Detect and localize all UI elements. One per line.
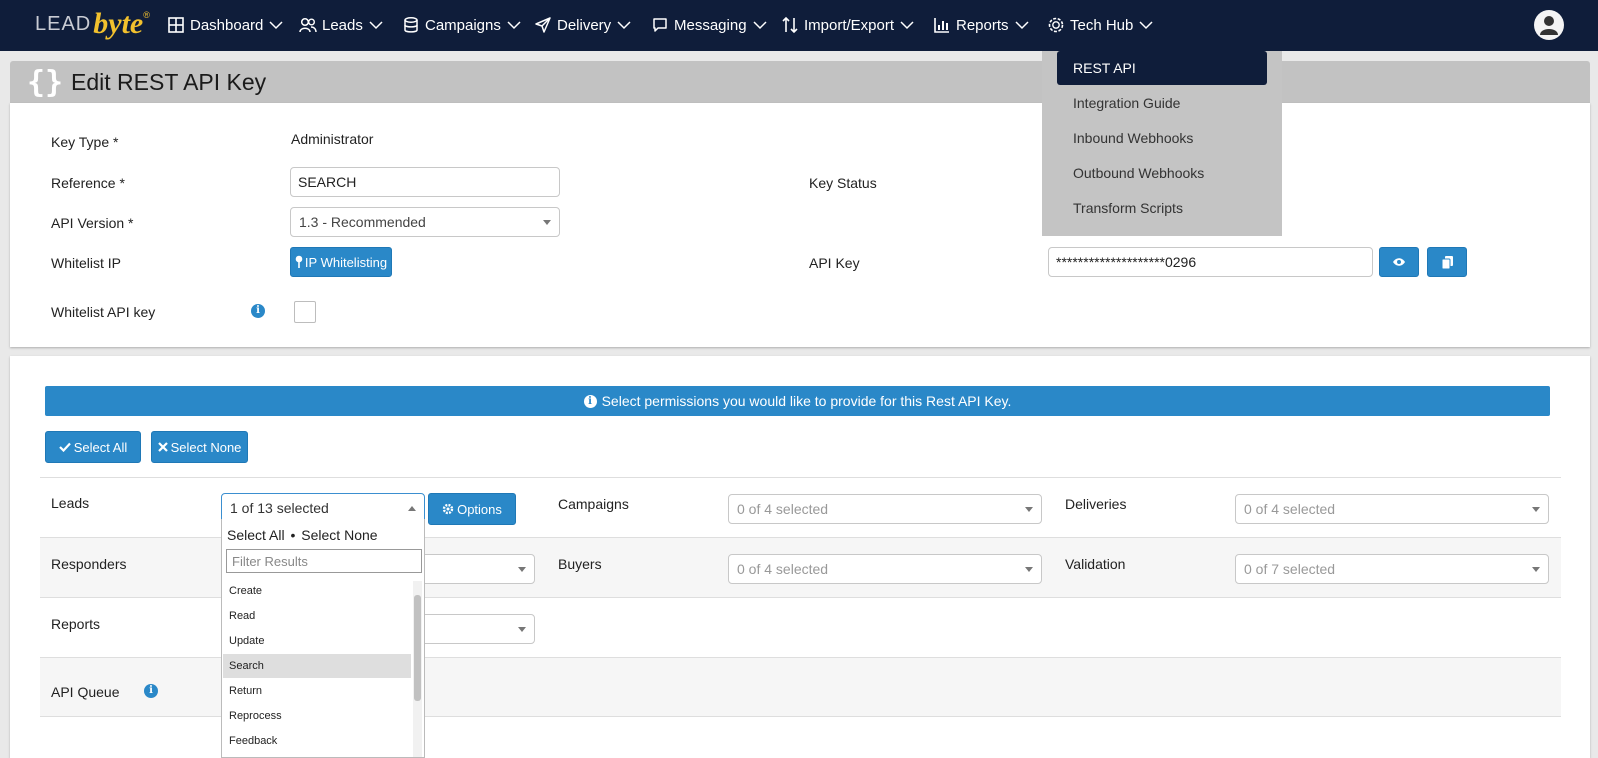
copy-key-button[interactable] xyxy=(1427,247,1467,277)
copy-icon xyxy=(1441,255,1453,269)
select-none-button[interactable]: Select None xyxy=(151,431,248,463)
user-icon xyxy=(1540,16,1558,35)
dropdown-option-read[interactable]: Read xyxy=(223,604,411,628)
dropdown-select-none-link[interactable]: Select None xyxy=(301,527,377,543)
arrows-up-down-icon xyxy=(781,16,799,34)
chevron-down-icon xyxy=(507,21,521,30)
api-key-label: API Key xyxy=(809,255,860,271)
nav-tech-hub[interactable]: Tech Hub xyxy=(1047,13,1153,37)
dropdown-scrollbar[interactable] xyxy=(413,581,422,757)
info-icon[interactable]: i xyxy=(251,304,265,318)
dropdown-option-return[interactable]: Return xyxy=(223,679,411,703)
campaigns-permissions-select[interactable]: 0 of 4 selected xyxy=(728,494,1042,524)
validation-permissions-select[interactable]: 0 of 7 selected xyxy=(1235,554,1549,584)
permissions-banner: i Select permissions you would like to p… xyxy=(45,386,1550,416)
eye-icon xyxy=(1393,258,1405,266)
key-status-label: Key Status xyxy=(809,175,877,191)
key-type-label: Key Type * xyxy=(51,134,119,150)
top-navbar: LEAD byte ® Dashboard Leads Campaigns Deli… xyxy=(0,0,1598,51)
page-title: Edit REST API Key xyxy=(71,69,267,95)
database-icon xyxy=(402,16,420,34)
chat-icon xyxy=(651,16,669,34)
nav-dashboard[interactable]: Dashboard xyxy=(167,13,283,37)
chevron-down-icon xyxy=(900,21,914,30)
dropdown-option-feedback[interactable]: Feedback xyxy=(223,729,411,753)
key-type-value: Administrator xyxy=(291,131,374,147)
nav-leads[interactable]: Leads xyxy=(299,13,383,37)
menu-item-inbound-webhooks[interactable]: Inbound Webhooks xyxy=(1057,121,1267,155)
check-icon xyxy=(58,442,71,452)
chevron-down-icon xyxy=(753,21,767,30)
perm-label-validation: Validation xyxy=(1065,556,1126,572)
x-icon xyxy=(157,442,168,452)
api-key-input[interactable]: ********************0296 xyxy=(1048,247,1373,277)
options-button[interactable]: Options xyxy=(428,493,516,525)
chevron-down-icon xyxy=(1139,21,1153,30)
dropdown-option-search[interactable]: Search xyxy=(223,654,411,678)
menu-item-rest-api[interactable]: REST API xyxy=(1057,51,1267,85)
send-icon xyxy=(534,16,552,34)
reference-label: Reference * xyxy=(51,175,125,191)
nav-import-export[interactable]: Import/Export xyxy=(781,13,914,37)
info-icon: i xyxy=(583,394,597,408)
caret-down-icon xyxy=(1025,507,1033,512)
caret-up-icon xyxy=(408,506,416,511)
deliveries-permissions-select[interactable]: 0 of 4 selected xyxy=(1235,494,1549,524)
braces-icon: {} xyxy=(26,64,64,100)
whitelist-api-key-label: Whitelist API key xyxy=(51,304,156,320)
whitelist-ip-label: Whitelist IP xyxy=(51,255,122,271)
perm-label-campaigns: Campaigns xyxy=(558,496,629,512)
ip-whitelisting-button[interactable]: IP Whitelisting xyxy=(290,247,392,277)
nav-messaging[interactable]: Messaging xyxy=(651,13,767,37)
tech-hub-menu: REST API Integration Guide Inbound Webho… xyxy=(1042,51,1282,236)
nav-reports[interactable]: Reports xyxy=(933,13,1029,37)
scrollbar-thumb[interactable] xyxy=(414,595,421,701)
filter-results-input[interactable]: Filter Results xyxy=(226,549,422,573)
chevron-down-icon xyxy=(369,21,383,30)
whitelist-api-key-checkbox[interactable] xyxy=(294,301,316,323)
api-version-label: API Version * xyxy=(51,215,134,231)
perm-label-reports: Reports xyxy=(51,616,101,632)
perm-label-buyers: Buyers xyxy=(558,556,602,572)
cog-icon xyxy=(442,503,454,515)
caret-down-icon xyxy=(543,220,551,225)
chevron-down-icon xyxy=(1015,21,1029,30)
nav-delivery[interactable]: Delivery xyxy=(534,13,631,37)
select-all-button[interactable]: Select All xyxy=(45,431,141,463)
gear-code-icon xyxy=(1047,16,1065,34)
menu-item-transform-scripts[interactable]: Transform Scripts xyxy=(1057,191,1267,225)
caret-down-icon xyxy=(518,627,526,632)
dropdown-option-reprocess[interactable]: Reprocess xyxy=(223,704,411,728)
dropdown-select-all-link[interactable]: Select All xyxy=(227,527,285,543)
leads-permissions-dropdown: Select All • Select None Filter Results … xyxy=(221,519,425,758)
perm-label-api-queue: API Queue xyxy=(51,684,120,700)
perm-label-deliveries: Deliveries xyxy=(1065,496,1127,512)
reference-input[interactable]: SEARCH xyxy=(290,167,560,197)
buyers-permissions-select[interactable]: 0 of 4 selected xyxy=(728,554,1042,584)
menu-item-integration-guide[interactable]: Integration Guide xyxy=(1057,86,1267,120)
perm-label-responders: Responders xyxy=(51,556,127,572)
api-version-select[interactable]: 1.3 - Recommended xyxy=(290,207,560,237)
page-header: {} Edit REST API Key xyxy=(10,61,1590,103)
leadbyte-logo[interactable]: LEAD byte ® xyxy=(35,4,150,44)
grid-icon xyxy=(167,16,185,34)
chevron-down-icon xyxy=(617,21,631,30)
caret-down-icon xyxy=(1025,567,1033,572)
dropdown-option-create[interactable]: Create xyxy=(223,579,411,603)
menu-item-outbound-webhooks[interactable]: Outbound Webhooks xyxy=(1057,156,1267,190)
nav-campaigns[interactable]: Campaigns xyxy=(402,13,521,37)
chevron-down-icon xyxy=(269,21,283,30)
info-icon[interactable]: i xyxy=(144,684,158,698)
perm-label-leads: Leads xyxy=(51,495,90,511)
caret-down-icon xyxy=(518,567,526,572)
user-avatar[interactable] xyxy=(1534,10,1564,40)
key-details-panel xyxy=(10,103,1590,347)
users-icon xyxy=(299,16,317,34)
caret-down-icon xyxy=(1532,507,1540,512)
bar-chart-icon xyxy=(933,16,951,34)
caret-down-icon xyxy=(1532,567,1540,572)
dropdown-option-update[interactable]: Update xyxy=(223,629,411,653)
pin-icon xyxy=(295,255,303,268)
show-key-button[interactable] xyxy=(1379,247,1419,277)
